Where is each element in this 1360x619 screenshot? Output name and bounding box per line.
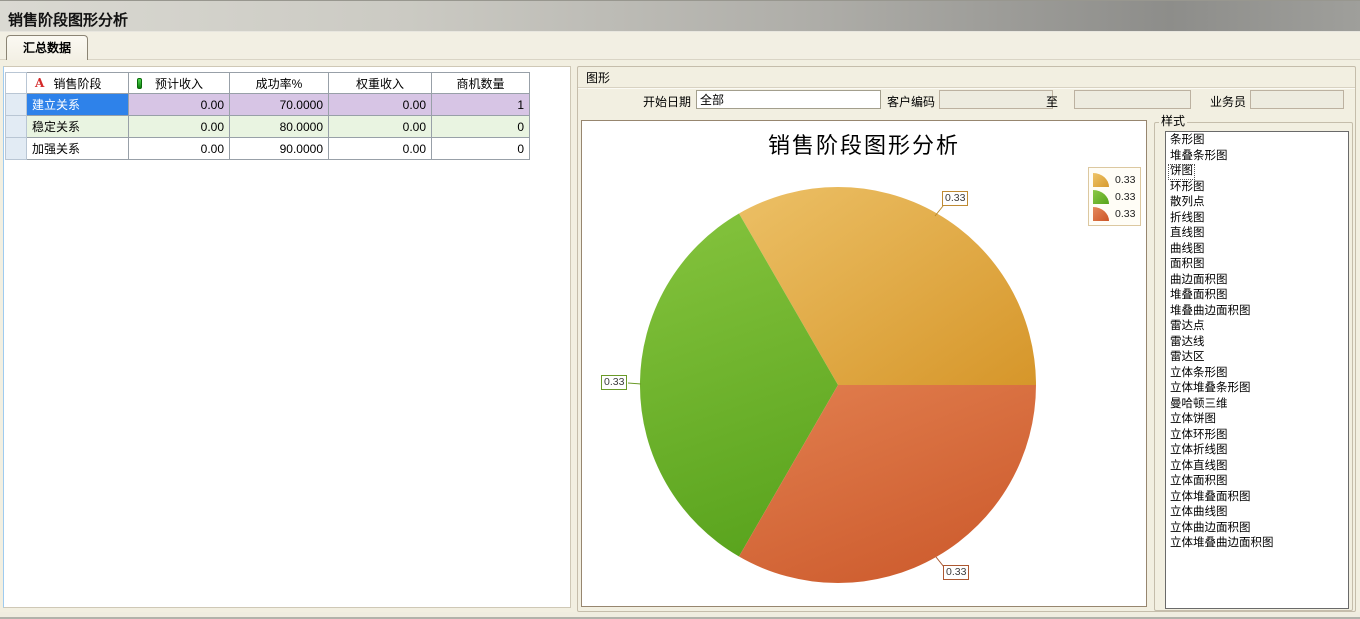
style-list-item[interactable]: 饼图 [1168, 164, 1195, 180]
style-list-item[interactable]: 面积图 [1168, 257, 1207, 273]
cell-weighted[interactable]: 0.00 [329, 116, 432, 138]
style-list-item[interactable]: 立体曲边面积图 [1168, 521, 1253, 537]
style-list-item[interactable]: 曲边面积图 [1168, 273, 1230, 289]
cell-rate[interactable]: 80.0000 [230, 116, 329, 138]
tab-bar: 汇总数据 [0, 32, 1360, 60]
leader-line-green [628, 383, 641, 384]
cell-expected[interactable]: 0.00 [129, 94, 230, 116]
column-header-opportunity-count[interactable]: 商机数量 [432, 73, 530, 94]
style-list-item[interactable]: 曼哈顿三维 [1168, 397, 1230, 413]
style-list-item[interactable]: 曲线图 [1168, 242, 1207, 258]
start-date-input[interactable] [696, 90, 881, 109]
column-header-success-rate[interactable]: 成功率% [230, 73, 329, 94]
start-date-label: 开始日期 [621, 93, 691, 112]
table-header-row: A 销售阶段 预计收入 成功率% 权重收入 商机数量 [6, 73, 530, 94]
style-list-item[interactable]: 立体直线图 [1168, 459, 1230, 475]
style-list-item[interactable]: 立体堆叠面积图 [1168, 490, 1253, 506]
cell-count[interactable]: 0 [432, 116, 530, 138]
row-indicator[interactable] [6, 138, 27, 160]
salesman-label: 业务员 [1206, 93, 1246, 112]
cell-stage[interactable]: 稳定关系 [27, 116, 129, 138]
legend-swatch-orange-icon [1093, 173, 1109, 187]
style-list-item[interactable]: 立体堆叠条形图 [1168, 381, 1253, 397]
style-list-item[interactable]: 堆叠条形图 [1168, 149, 1230, 165]
legend-item: 0.33 [1093, 188, 1135, 205]
slice-value-label: 0.33 [943, 565, 969, 580]
row-indicator[interactable] [6, 94, 27, 116]
leader-line-orange [935, 206, 943, 216]
style-list-item[interactable]: 堆叠面积图 [1168, 288, 1230, 304]
groupbox-separator [578, 87, 1355, 89]
cell-count[interactable]: 0 [432, 138, 530, 160]
cell-rate[interactable]: 90.0000 [230, 138, 329, 160]
style-list-item[interactable]: 立体条形图 [1168, 366, 1230, 382]
summary-table-panel: A 销售阶段 预计收入 成功率% 权重收入 商机数量 建立关系 0.00 70.… [3, 66, 571, 608]
styles-groupbox-caption: 样式 [1159, 112, 1187, 129]
column-header-weighted-income[interactable]: 权重收入 [329, 73, 432, 94]
bottom-strip [0, 612, 1360, 619]
cell-weighted[interactable]: 0.00 [329, 94, 432, 116]
customer-code-input[interactable] [939, 90, 1053, 109]
style-list-item[interactable]: 条形图 [1168, 133, 1207, 149]
table-row[interactable]: 建立关系 0.00 70.0000 0.00 1 [6, 94, 530, 116]
style-list-item[interactable]: 折线图 [1168, 211, 1207, 227]
sort-marker-icon: A [35, 76, 44, 90]
style-list-item[interactable]: 立体折线图 [1168, 443, 1230, 459]
cell-stage[interactable]: 加强关系 [27, 138, 129, 160]
style-list: 条形图堆叠条形图饼图环形图散列点折线图直线图曲线图面积图曲边面积图堆叠面积图堆叠… [1165, 131, 1349, 609]
customer-code-to-input[interactable] [1074, 90, 1191, 109]
legend-swatch-green-icon [1093, 190, 1109, 204]
pie-chart-canvas: 销售阶段图形分析 0.33 0.33 0.33 [581, 120, 1147, 607]
sales-stage-table: A 销售阶段 预计收入 成功率% 权重收入 商机数量 建立关系 0.00 70.… [5, 72, 530, 160]
column-header-stage[interactable]: A 销售阶段 [27, 73, 129, 94]
cell-count[interactable]: 1 [432, 94, 530, 116]
style-list-item[interactable]: 立体堆叠曲边面积图 [1168, 536, 1276, 552]
graph-groupbox-caption: 图形 [584, 69, 612, 86]
style-list-item[interactable]: 直线图 [1168, 226, 1207, 242]
style-list-item[interactable]: 散列点 [1168, 195, 1207, 211]
filter-bar-icon [137, 78, 142, 89]
cell-expected[interactable]: 0.00 [129, 116, 230, 138]
table-row[interactable]: 加强关系 0.00 90.0000 0.00 0 [6, 138, 530, 160]
style-list-item[interactable]: 雷达区 [1168, 350, 1207, 366]
salesman-input[interactable] [1250, 90, 1344, 109]
style-list-item[interactable]: 立体环形图 [1168, 428, 1230, 444]
style-list-item[interactable]: 立体面积图 [1168, 474, 1230, 490]
style-list-item[interactable]: 堆叠曲边面积图 [1168, 304, 1253, 320]
legend-swatch-red-icon [1093, 207, 1109, 221]
row-indicator[interactable] [6, 116, 27, 138]
cell-weighted[interactable]: 0.00 [329, 138, 432, 160]
window-titlebar: 销售阶段图形分析 [0, 0, 1360, 32]
cell-expected[interactable]: 0.00 [129, 138, 230, 160]
styles-groupbox: 样式 条形图堆叠条形图饼图环形图散列点折线图直线图曲线图面积图曲边面积图堆叠面积… [1154, 122, 1353, 611]
legend-item: 0.33 [1093, 205, 1135, 222]
row-indicator-header [6, 73, 27, 94]
style-list-item[interactable]: 立体饼图 [1168, 412, 1218, 428]
window-title: 销售阶段图形分析 [8, 9, 128, 30]
table-row[interactable]: 稳定关系 0.00 80.0000 0.00 0 [6, 116, 530, 138]
slice-value-label: 0.33 [601, 375, 627, 390]
column-header-expected-income[interactable]: 预计收入 [129, 73, 230, 94]
slice-value-label: 0.33 [942, 191, 968, 206]
to-label: 至 [1044, 93, 1058, 112]
legend-item: 0.33 [1093, 171, 1135, 188]
customer-code-label: 客户编码 [881, 93, 935, 112]
cell-stage[interactable]: 建立关系 [27, 94, 129, 116]
style-list-item[interactable]: 立体曲线图 [1168, 505, 1230, 521]
pie-chart-svg [582, 121, 1148, 608]
style-list-item[interactable]: 雷达点 [1168, 319, 1207, 335]
tab-summary-data[interactable]: 汇总数据 [6, 35, 88, 60]
style-list-item[interactable]: 雷达线 [1168, 335, 1207, 351]
style-list-item[interactable]: 环形图 [1168, 180, 1207, 196]
cell-rate[interactable]: 70.0000 [230, 94, 329, 116]
chart-legend: 0.33 0.33 0.33 [1088, 167, 1141, 226]
